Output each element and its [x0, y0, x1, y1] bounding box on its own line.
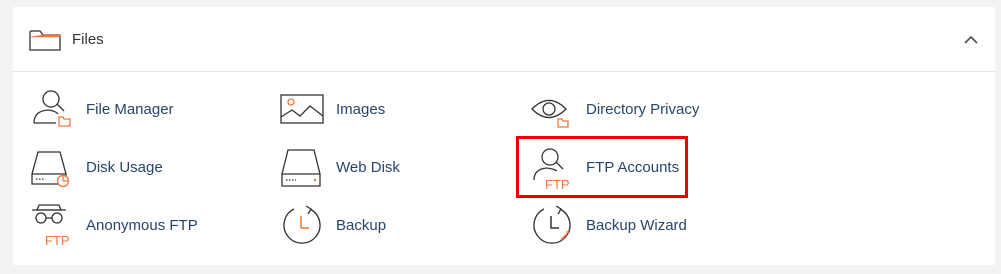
section-title: Files — [72, 31, 104, 48]
files-panel-header[interactable]: Files — [13, 7, 995, 72]
backup-label: Backup — [336, 217, 387, 234]
files-panel: Files File Manager Images Directory Priv… — [13, 7, 995, 265]
anonymous-ftp-icon: FTP — [30, 202, 78, 250]
web-disk-icon — [280, 144, 328, 192]
images-icon — [280, 86, 328, 134]
chevron-up-icon[interactable] — [961, 31, 981, 49]
backup-wizard-icon — [530, 202, 578, 250]
ftp-accounts-highlight-box — [516, 136, 688, 198]
web-disk-link[interactable]: Web Disk — [280, 144, 510, 192]
backup-icon — [280, 202, 328, 250]
anonymous-ftp-link[interactable]: FTP Anonymous FTP — [30, 202, 260, 250]
directory-privacy-link[interactable]: Directory Privacy — [530, 86, 760, 134]
file-manager-link[interactable]: File Manager — [30, 86, 260, 134]
file-manager-icon — [30, 86, 78, 134]
directory-privacy-label: Directory Privacy — [586, 101, 700, 118]
backup-wizard-label: Backup Wizard — [586, 217, 687, 234]
anonymous-ftp-label: Anonymous FTP — [86, 217, 198, 234]
disk-usage-label: Disk Usage — [86, 159, 163, 176]
images-link[interactable]: Images — [280, 86, 510, 134]
disk-usage-link[interactable]: Disk Usage — [30, 144, 260, 192]
backup-link[interactable]: Backup — [280, 202, 510, 250]
folder-icon — [29, 29, 61, 51]
file-manager-label: File Manager — [86, 101, 174, 118]
disk-usage-icon — [30, 144, 78, 192]
images-label: Images — [336, 101, 386, 118]
backup-wizard-link[interactable]: Backup Wizard — [530, 202, 760, 250]
directory-privacy-icon — [530, 86, 578, 134]
web-disk-label: Web Disk — [336, 159, 400, 176]
anonymous-ftp-icon-text: FTP — [45, 233, 70, 248]
